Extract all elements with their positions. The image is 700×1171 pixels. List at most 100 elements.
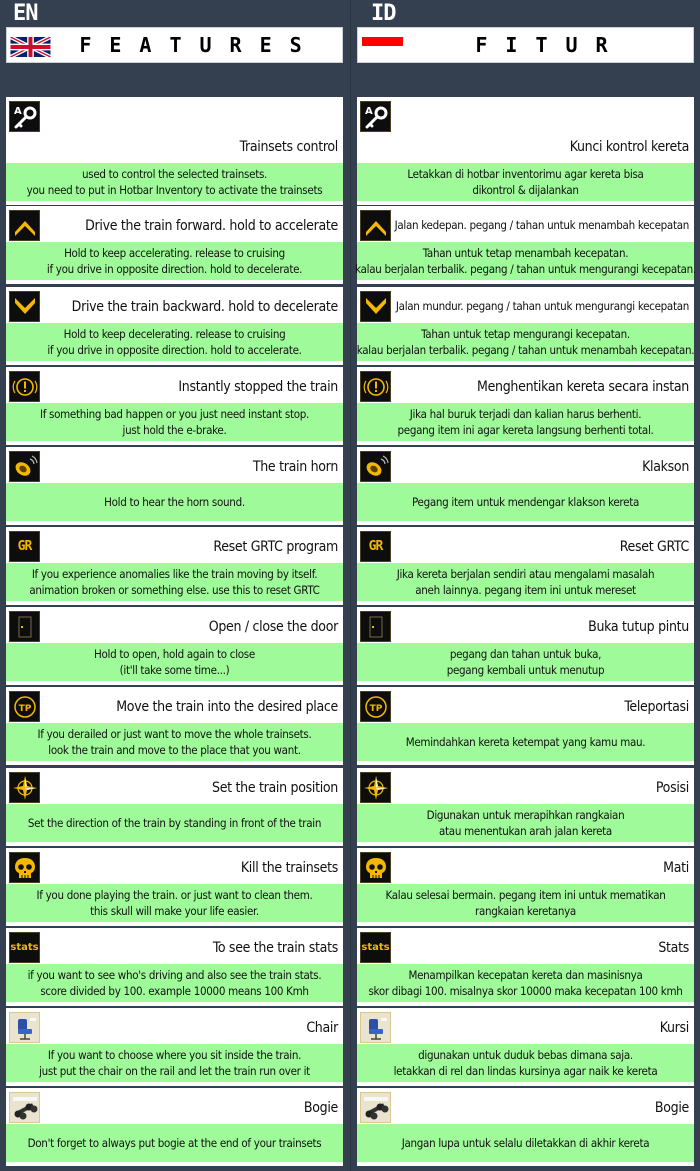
feature-description-line: Letakkan di hotbar inventorimu agar kere… bbox=[407, 167, 644, 181]
feature-header: Bogie bbox=[357, 1088, 694, 1124]
horn-icon bbox=[9, 451, 40, 482]
feature-header: Drive the train backward. hold to decele… bbox=[6, 287, 343, 323]
feature-description-line: score divided by 100. example 10000 mean… bbox=[40, 984, 309, 998]
feature-card: Buka tutup pintu pegang dan tahan untuk … bbox=[357, 607, 694, 685]
feature-title: Instantly stopped the train bbox=[178, 379, 338, 395]
uk-flag-icon bbox=[10, 37, 51, 57]
feature-title: Chair bbox=[306, 1020, 338, 1036]
feature-description-line: Jika hal buruk terjadi dan kalian harus … bbox=[409, 407, 642, 421]
feature-card: Instantly stopped the train If something… bbox=[6, 367, 343, 445]
feature-description: Jangan lupa untuk selalu diletakkan di a… bbox=[357, 1124, 694, 1162]
feature-description-line: animation broken or something else. use … bbox=[29, 583, 320, 597]
feature-description: Letakkan di hotbar inventorimu agar kere… bbox=[357, 163, 694, 201]
feature-description-line: look the train and move to the place tha… bbox=[48, 743, 301, 757]
feature-header: The train horn bbox=[6, 447, 343, 483]
chevron-down-icon bbox=[360, 291, 391, 322]
feature-header: GR Reset GRTC program bbox=[6, 527, 343, 563]
compass-icon bbox=[360, 772, 391, 803]
feature-description: Hold to keep accelerating. release to cr… bbox=[6, 242, 343, 280]
feature-header: Kursi bbox=[357, 1008, 694, 1044]
feature-description: pegang dan tahan untuk buka, pegang kemba… bbox=[357, 643, 694, 681]
feature-card: A Kunci kontrol kereta Letakkan di hotba… bbox=[357, 97, 694, 205]
feature-description: digunakan untuk duduk bebas dimana saja.… bbox=[357, 1044, 694, 1082]
feature-description-line: kalau berjalan terbalik. pegang / tahan … bbox=[355, 262, 696, 276]
feature-title: Mati bbox=[663, 860, 689, 876]
features-header: FEATURES bbox=[6, 27, 343, 63]
indonesia-flag-icon bbox=[362, 37, 403, 46]
feature-description-line: this skull will make your life easier. bbox=[90, 904, 259, 918]
feature-description: If you experience anomalies like the tra… bbox=[6, 563, 343, 601]
feature-card: Jalan mundur. pegang / tahan untuk mengu… bbox=[357, 287, 695, 365]
chevron-down-icon bbox=[9, 291, 40, 322]
feature-header: Kill the trainsets bbox=[6, 848, 343, 884]
feature-title: The train horn bbox=[252, 459, 338, 475]
feature-title: Teleportasi bbox=[624, 699, 689, 715]
feature-header: Bogie bbox=[6, 1088, 343, 1124]
compass-icon bbox=[9, 772, 40, 803]
feature-description: Kalau selesai bermain. pegang item ini u… bbox=[357, 884, 694, 922]
feature-header: Menghentikan kereta secara instan bbox=[357, 367, 694, 403]
column-en: EN FEATURES A Trainsets control used to … bbox=[0, 0, 350, 1171]
feature-description-line: If you done playing the train. or just w… bbox=[36, 888, 313, 902]
feature-description-line: If you experience anomalies like the tra… bbox=[31, 567, 318, 581]
svg-text:TP: TP bbox=[369, 704, 382, 714]
feature-title: Reset GRTC bbox=[619, 539, 690, 555]
feature-description: Jika kereta berjalan sendiri atau mengal… bbox=[357, 563, 694, 601]
feature-description-line: If something bad happen or you just need… bbox=[39, 407, 310, 421]
feature-description: Tahan untuk tetap mengurangi kecepatan. k… bbox=[357, 323, 695, 361]
feature-title: Jalan kedepan. pegang / tahan untuk mena… bbox=[394, 218, 690, 232]
language-label: ID bbox=[371, 1, 396, 26]
feature-card: Chair If you want to choose where you si… bbox=[6, 1008, 343, 1086]
feature-title: Klakson bbox=[642, 459, 689, 475]
feature-description: If you derailed or just want to move the… bbox=[6, 723, 343, 761]
feature-description-line: If you derailed or just want to move the… bbox=[37, 727, 312, 741]
feature-title: Reset GRTC program bbox=[213, 539, 338, 555]
feature-title: Drive the train backward. hold to decele… bbox=[71, 299, 339, 315]
feature-header: Mati bbox=[357, 848, 694, 884]
teleport-icon: TP bbox=[9, 691, 40, 722]
feature-description: If something bad happen or you just need… bbox=[6, 403, 343, 441]
feature-header: Chair bbox=[6, 1008, 343, 1044]
feature-card: Posisi Digunakan untuk merapihkan rangka… bbox=[357, 768, 694, 846]
feature-description: Hold to hear the horn sound. bbox=[6, 483, 343, 521]
feature-description-line: Menampilkan kecepatan kereta dan masinis… bbox=[408, 968, 643, 982]
key-icon: A bbox=[9, 101, 40, 132]
feature-description: Hold to open, hold again to close (it'll … bbox=[6, 643, 343, 681]
feature-description: Memindahkan kereta ketempat yang kamu ma… bbox=[357, 723, 694, 761]
feature-header: Open / close the door bbox=[6, 607, 343, 643]
feature-card: The train horn Hold to hear the horn sou… bbox=[6, 447, 343, 525]
feature-description-line: if you want to see who's driving and als… bbox=[27, 968, 322, 982]
feature-card: stats Stats Menampilkan kecepatan kereta… bbox=[357, 928, 694, 1006]
feature-description-line: Tahan untuk tetap mengurangi kecepatan. bbox=[421, 327, 630, 341]
feature-title: Trainsets control bbox=[239, 139, 339, 155]
feature-card: Jalan kedepan. pegang / tahan untuk mena… bbox=[355, 206, 696, 284]
feature-description-line: Pegang item untuk mendengar klakson kere… bbox=[411, 495, 639, 509]
feature-description: If you want to choose where you sit insi… bbox=[6, 1044, 343, 1082]
feature-description-line: Tahan untuk tetap menambah kecepatan. bbox=[422, 246, 629, 260]
key-icon: A bbox=[360, 101, 391, 132]
feature-header: Drive the train forward. hold to acceler… bbox=[6, 206, 343, 242]
feature-description-line: skor dibagi 100. misalnya skor 10000 mak… bbox=[368, 984, 683, 998]
feature-description-line: used to control the selected trainsets. bbox=[81, 167, 268, 181]
feature-description-line: Jangan lupa untuk selalu diletakkan di a… bbox=[401, 1136, 650, 1150]
feature-card: stats To see the train stats if you want… bbox=[6, 928, 343, 1006]
feature-header: Posisi bbox=[357, 768, 694, 804]
feature-header: Set the train position bbox=[6, 768, 343, 804]
feature-description-line: if you drive in opposite direction. hold… bbox=[46, 262, 303, 276]
feature-title: Kunci kontrol kereta bbox=[569, 139, 690, 155]
chevron-up-icon bbox=[360, 210, 391, 241]
feature-card: Open / close the door Hold to open, hold… bbox=[6, 607, 343, 685]
feature-header: GR Reset GRTC bbox=[357, 527, 694, 563]
feature-description-line: letakkan di rel dan lindas kursinya agar… bbox=[393, 1064, 658, 1078]
feature-title: Move the train into the desired place bbox=[116, 699, 338, 715]
feature-card: Drive the train forward. hold to acceler… bbox=[6, 206, 343, 284]
feature-header: TP Teleportasi bbox=[357, 687, 694, 723]
feature-card: Mati Kalau selesai bermain. pegang item … bbox=[357, 848, 694, 926]
feature-title: Bogie bbox=[303, 1100, 338, 1116]
features-header: FITUR bbox=[357, 27, 694, 63]
feature-card: GR Reset GRTC program If you experience … bbox=[6, 527, 343, 605]
feature-title: Posisi bbox=[655, 780, 689, 796]
feature-description-line: dikontrol & dijalankan bbox=[472, 183, 579, 197]
svg-text:TP: TP bbox=[18, 704, 31, 714]
feature-description-line: Hold to keep accelerating. release to cr… bbox=[64, 246, 285, 260]
